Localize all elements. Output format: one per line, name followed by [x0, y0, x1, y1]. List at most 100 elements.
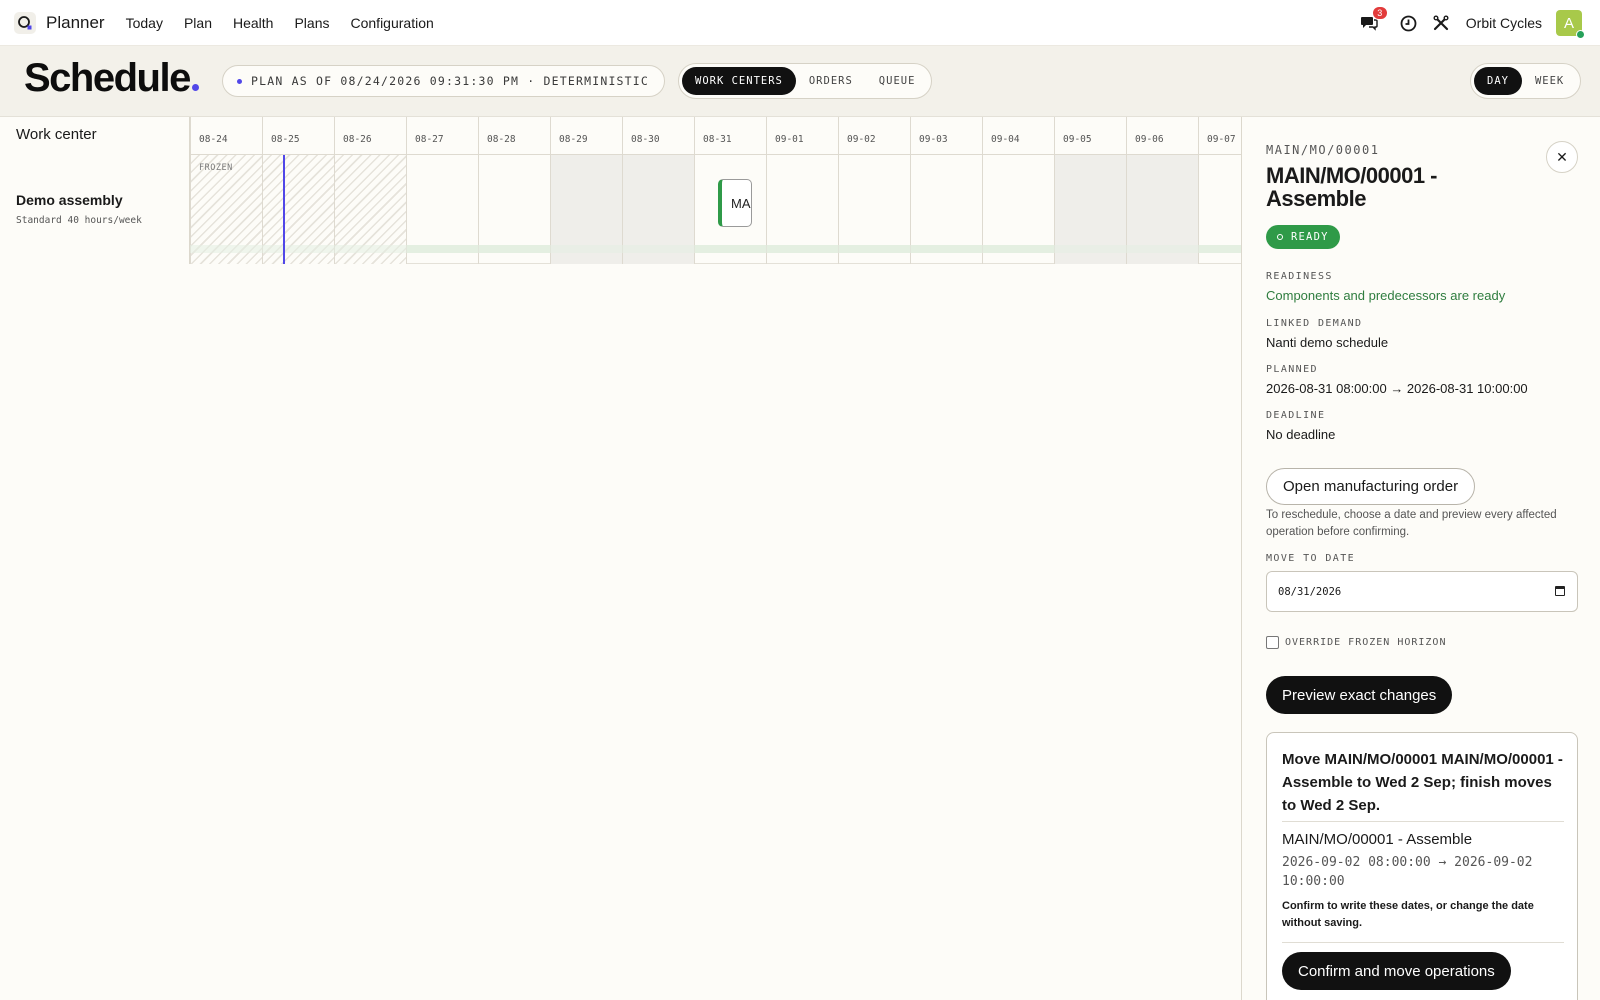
day-header: 09-07	[1199, 117, 1241, 155]
day-header: 08-28	[479, 117, 551, 155]
tab-day[interactable]: DAY	[1474, 67, 1522, 95]
work-center-name[interactable]: Demo assembly	[16, 192, 123, 208]
readiness-label: READINESS	[1266, 271, 1333, 282]
status-badge-text: READY	[1291, 231, 1329, 243]
day-column: 08-29	[550, 117, 623, 264]
override-frozen-checkbox[interactable]	[1266, 636, 1279, 649]
nav-link-health[interactable]: Health	[233, 15, 273, 31]
operation-block[interactable]: MAIN/MO/00001 - Assemble	[718, 179, 752, 227]
timeline: 08-24 08-25 08-26 08-27 08-28 08-29 08-3…	[190, 117, 1241, 264]
linked-demand-value: Nanti demo schedule	[1266, 335, 1389, 350]
day-column: 09-03	[910, 117, 983, 264]
preview-divider	[1282, 821, 1564, 822]
scale-toggle: DAY WEEK	[1470, 63, 1582, 99]
plan-status-dot-icon	[237, 78, 242, 84]
avatar[interactable]: A	[1556, 10, 1585, 39]
day-header: 08-25	[263, 117, 335, 155]
avatar-initial: A	[1563, 14, 1574, 32]
readiness-value: Components and predecessors are ready	[1266, 288, 1506, 303]
preview-operation: MAIN/MO/00001 - Assemble	[1282, 831, 1473, 848]
day-header: 08-27	[407, 117, 479, 155]
tab-orders[interactable]: ORDERS	[796, 67, 866, 95]
main-nav: Today Plan Health Plans Configuration	[126, 15, 455, 31]
day-header: 09-02	[839, 117, 911, 155]
brand[interactable]: Planner	[14, 11, 105, 34]
nav-link-configuration[interactable]: Configuration	[351, 15, 434, 31]
day-column: 08-30	[622, 117, 695, 264]
open-manufacturing-order-button[interactable]: Open manufacturing order	[1266, 468, 1476, 505]
day-header: 08-24	[191, 117, 263, 155]
chat-icon[interactable]: 3	[1358, 6, 1388, 34]
day-header: 09-06	[1127, 117, 1199, 155]
status-ring-icon	[1277, 234, 1283, 240]
reschedule-hint: To reschedule, choose a date and preview…	[1266, 509, 1557, 538]
calendar-icon[interactable]	[1555, 586, 1565, 596]
close-button[interactable]: ✕	[1546, 141, 1578, 173]
day-column: 08-26	[334, 117, 407, 264]
day-header: 09-05	[1055, 117, 1127, 155]
nav-right: 3 Orbit Cycles A	[1358, 0, 1600, 46]
gantt-chart: Work center Demo assembly Standard 40 ho…	[0, 117, 1241, 264]
tab-queue[interactable]: QUEUE	[866, 67, 929, 95]
day-header: 08-31	[695, 117, 767, 155]
operation-title: MAIN/MO/00001 - Assemble	[1266, 163, 1438, 211]
day-column: 09-01	[766, 117, 839, 264]
day-header: 08-30	[623, 117, 695, 155]
preview-summary: Move MAIN/MO/00001 MAIN/MO/00001 - Assem…	[1282, 751, 1563, 814]
operation-detail-panel: MAIN/MO/00001 MAIN/MO/00001 - Assemble ✕…	[1241, 117, 1600, 1000]
online-status-icon	[1576, 30, 1585, 39]
preview-changes-button[interactable]: Preview exact changes	[1266, 676, 1453, 714]
chat-badge: 3	[1371, 6, 1388, 20]
title-dot-icon	[191, 84, 199, 91]
tools-icon[interactable]	[1430, 12, 1452, 34]
tab-work-centers[interactable]: WORK CENTERS	[682, 67, 796, 95]
view-toggle: WORK CENTERS ORDERS QUEUE	[678, 63, 933, 99]
day-column: 08-27	[406, 117, 479, 264]
move-to-date-label: MOVE TO DATE	[1266, 553, 1356, 564]
plan-status-pill: PLAN AS OF 08/24/2026 09:31:30 PM · DETE…	[222, 65, 666, 97]
day-column: 09-04	[982, 117, 1055, 264]
day-header: 09-04	[983, 117, 1055, 155]
planned-value: 2026-08-31 08:00:00 → 2026-08-31 10:00:0…	[1266, 381, 1528, 396]
brand-name: Planner	[46, 12, 105, 32]
company-switcher[interactable]: Orbit Cycles	[1466, 15, 1542, 31]
day-header: 09-03	[911, 117, 983, 155]
move-to-date-value: 08/31/2026	[1278, 585, 1342, 598]
nav-link-plans[interactable]: Plans	[294, 15, 329, 31]
work-center-header: Work center	[16, 126, 97, 143]
nav-link-plan[interactable]: Plan	[184, 15, 212, 31]
work-center-capacity: Standard 40 hours/week	[16, 215, 142, 226]
planner-logo-icon	[14, 11, 36, 34]
operation-reference: MAIN/MO/00001	[1266, 143, 1380, 157]
top-nav: Planner Today Plan Health Plans Configur…	[0, 0, 1600, 46]
work-center-column: Work center Demo assembly Standard 40 ho…	[0, 117, 190, 264]
move-to-date-input[interactable]: 08/31/2026	[1266, 571, 1578, 612]
day-column: 09-06	[1126, 117, 1199, 264]
day-header: 09-01	[767, 117, 839, 155]
linked-demand-label: LINKED DEMAND	[1266, 318, 1363, 329]
confirm-move-button[interactable]: Confirm and move operations	[1282, 952, 1511, 990]
day-column: 09-07	[1198, 117, 1241, 264]
day-column: 09-05	[1054, 117, 1127, 264]
day-column: 09-02	[838, 117, 911, 264]
close-icon: ✕	[1556, 148, 1568, 165]
preview-card: Move MAIN/MO/00001 MAIN/MO/00001 - Assem…	[1266, 732, 1578, 1000]
day-column: 08-24	[190, 117, 263, 264]
planned-label: PLANNED	[1266, 364, 1318, 375]
page-header: Schedule PLAN AS OF 08/24/2026 09:31:30 …	[0, 46, 1600, 117]
plan-status-text: PLAN AS OF 08/24/2026 09:31:30 PM · DETE…	[251, 74, 650, 88]
day-column: 08-28	[478, 117, 551, 264]
frozen-label: FROZEN	[199, 163, 233, 173]
clock-icon[interactable]	[1398, 12, 1420, 34]
preview-dates: 2026-09-02 08:00:00 → 2026-09-02 10:00:0…	[1282, 855, 1533, 889]
day-header: 08-29	[551, 117, 623, 155]
override-frozen-label[interactable]: OVERRIDE FROZEN HORIZON	[1285, 637, 1446, 648]
preview-note: Confirm to write these dates, or change …	[1282, 900, 1534, 929]
override-frozen-row: OVERRIDE FROZEN HORIZON	[1266, 636, 1446, 649]
nav-link-today[interactable]: Today	[126, 15, 163, 31]
operation-block-label: MAIN/MO/00001 - Assemble	[731, 195, 752, 211]
deadline-value: No deadline	[1266, 427, 1336, 442]
preview-divider	[1282, 942, 1564, 943]
status-badge: READY	[1266, 225, 1340, 249]
tab-week[interactable]: WEEK	[1522, 67, 1577, 95]
